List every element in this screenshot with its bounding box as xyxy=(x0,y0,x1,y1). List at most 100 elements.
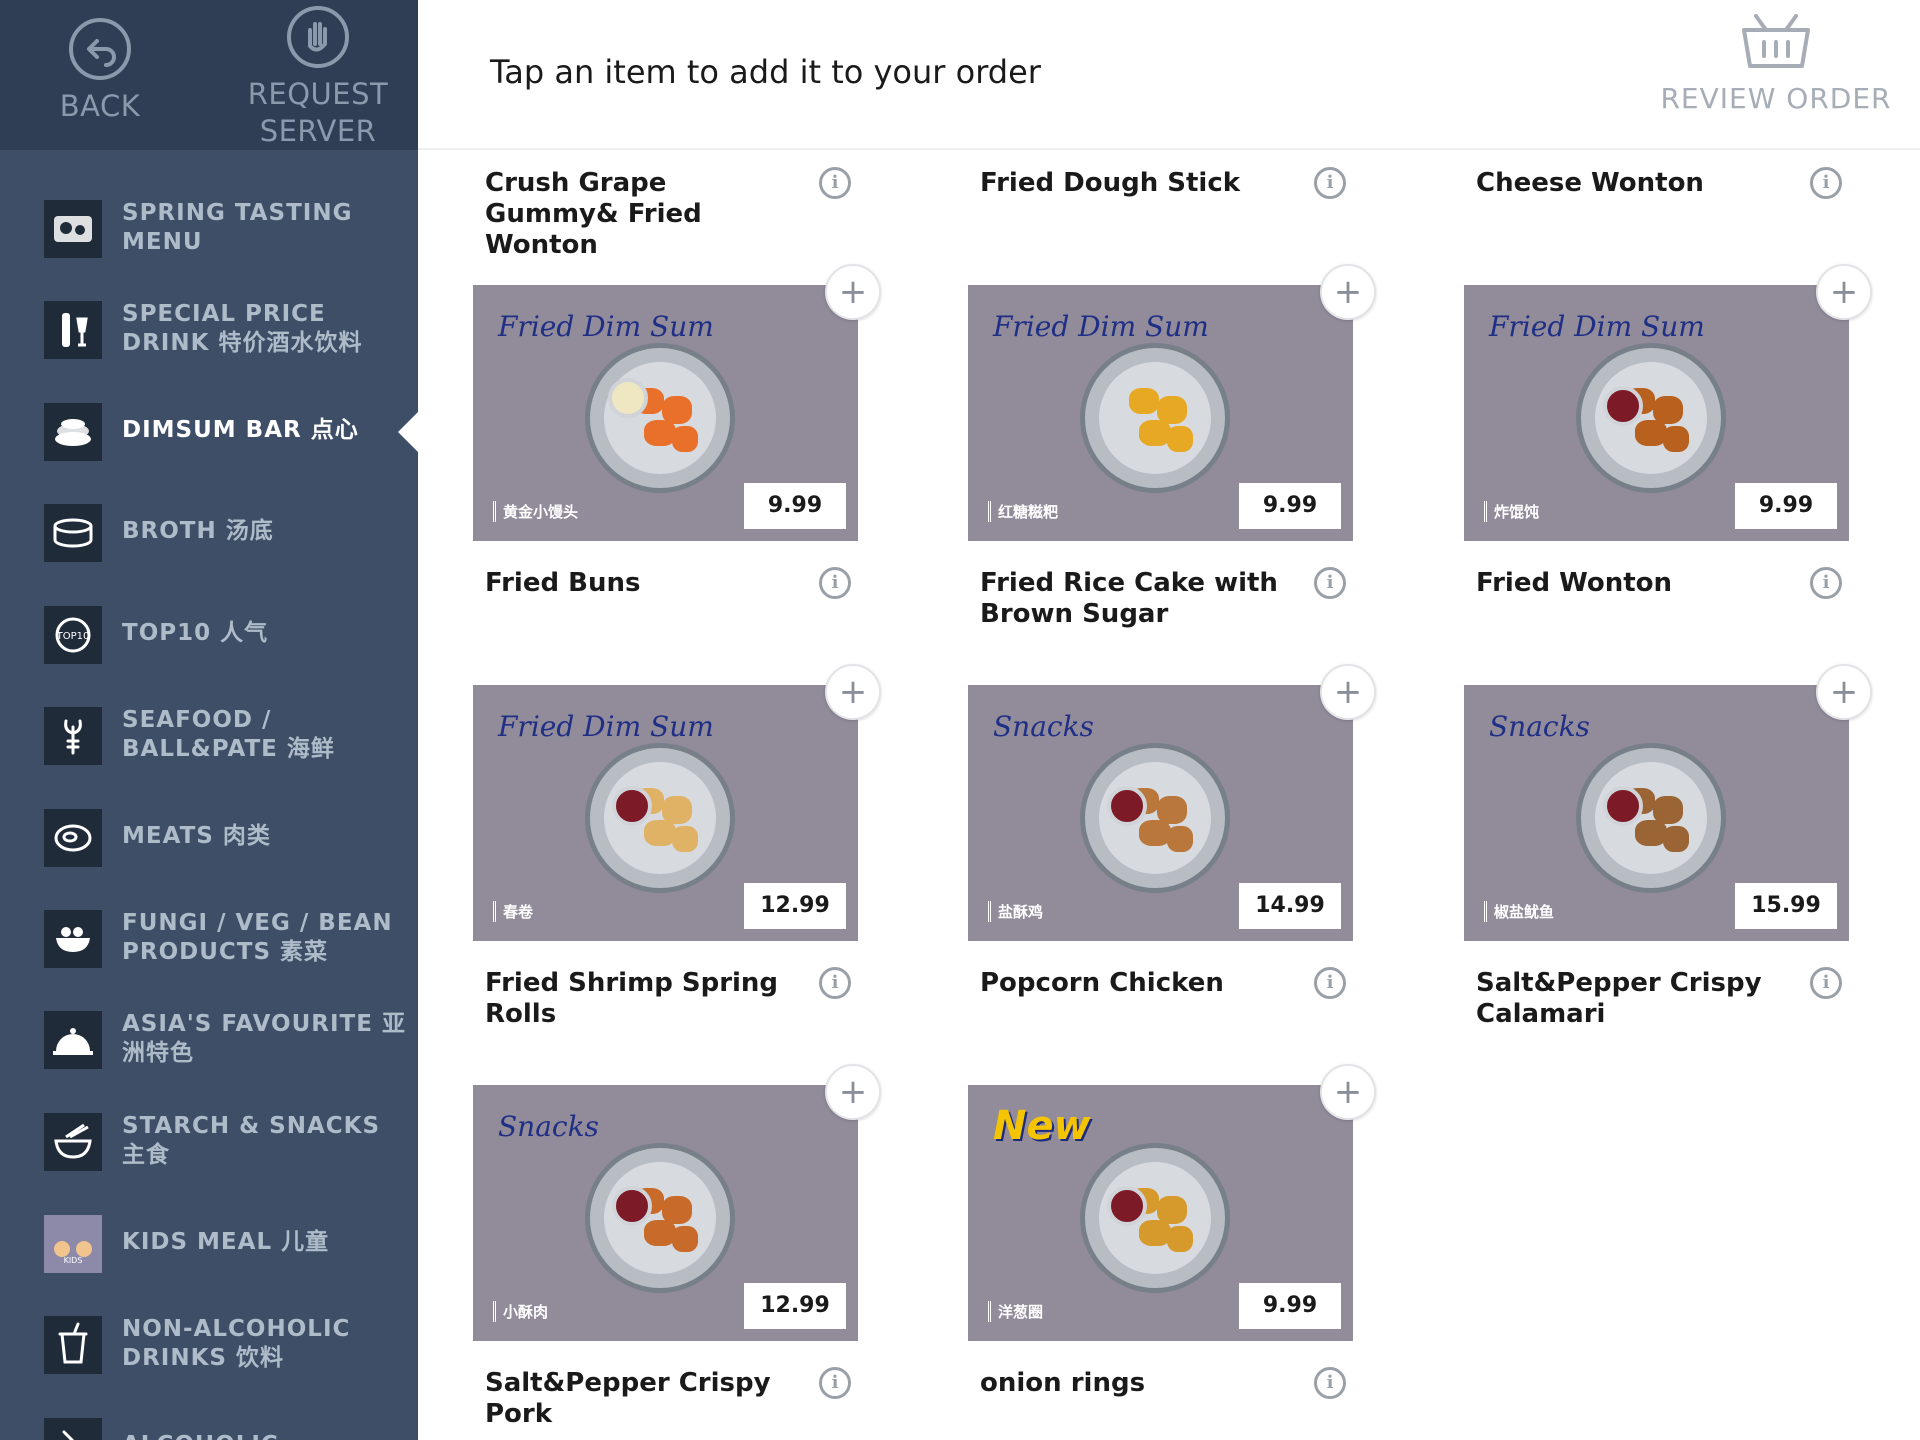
food-piece xyxy=(1167,1226,1193,1252)
svg-text:KIDS: KIDS xyxy=(64,1256,83,1265)
kids-meal-icon: KIDS xyxy=(44,1215,102,1273)
sauce-dish xyxy=(1603,786,1643,826)
top10-icon: TOP10 xyxy=(44,606,102,664)
category-item[interactable]: SPRING TASTING MENU xyxy=(0,177,418,278)
category-item[interactable]: ALCOHOLIC xyxy=(0,1395,418,1440)
food-plate-image xyxy=(585,743,735,893)
info-icon[interactable]: i xyxy=(1314,1367,1346,1399)
add-item-button[interactable]: + xyxy=(825,664,881,720)
card-tag: Fried Dim Sum xyxy=(498,310,714,343)
category-label: KIDS MEAL 儿童 xyxy=(122,1229,330,1255)
category-item[interactable]: STARCH & SNACKS 主食 xyxy=(0,1090,418,1191)
price-tag: 9.99 xyxy=(744,483,846,529)
food-piece xyxy=(1129,388,1159,414)
card-tag: New xyxy=(993,1103,1091,1149)
food-plate-image xyxy=(1080,1143,1230,1293)
category-item[interactable]: TOP10 TOP10 人气 xyxy=(0,583,418,684)
tasting-menu-icon xyxy=(44,200,102,258)
add-item-button[interactable]: + xyxy=(1816,264,1872,320)
category-label: ALCOHOLIC xyxy=(122,1395,412,1440)
info-icon[interactable]: i xyxy=(819,1367,851,1399)
chinese-name: 红糖糍粑 xyxy=(988,501,1058,522)
add-item-button[interactable]: + xyxy=(825,1064,881,1120)
price-tag: 9.99 xyxy=(1735,483,1837,529)
item-image-card[interactable]: New 洋葱圈 9.99 xyxy=(968,1085,1353,1341)
category-item[interactable]: MEATS 肉类 xyxy=(0,786,418,887)
review-order-label: REVIEW ORDER xyxy=(1660,82,1892,115)
add-item-button[interactable]: + xyxy=(1320,264,1376,320)
plate-inner xyxy=(1099,362,1211,474)
chinese-name: 椒盐鱿鱼 xyxy=(1484,901,1554,922)
add-item-button[interactable]: + xyxy=(1816,664,1872,720)
add-item-button[interactable]: + xyxy=(1320,1064,1376,1120)
price-tag: 12.99 xyxy=(744,1283,846,1329)
wine-bottle-icon xyxy=(44,301,102,359)
vegetable-icon xyxy=(44,910,102,968)
category-label: TOP10 人气 xyxy=(122,620,269,646)
price-tag: 14.99 xyxy=(1239,883,1341,929)
category-sidebar: BACK REQUEST SERVER SPRING TASTING MENU S… xyxy=(0,0,418,1440)
request-server-label: REQUEST SERVER xyxy=(247,77,389,148)
card-tag: Snacks xyxy=(993,710,1094,743)
back-button[interactable]: BACK xyxy=(50,18,150,125)
page-header: Tap an item to add it to your order REVI… xyxy=(418,0,1920,150)
meat-icon xyxy=(44,809,102,867)
item-image-card[interactable]: Fried Dim Sum 春卷 12.99 xyxy=(473,685,858,941)
category-label: NON-ALCOHOLIC DRINKS 饮料 xyxy=(122,1315,351,1371)
item-image-card[interactable]: Snacks 椒盐鱿鱼 15.99 xyxy=(1464,685,1849,941)
card-tag: Snacks xyxy=(498,1110,599,1143)
item-image-card[interactable]: Fried Dim Sum 黄金小馒头 9.99 xyxy=(473,285,858,541)
back-label: BACK xyxy=(59,89,141,123)
item-image-card[interactable]: Fried Dim Sum 红糖糍粑 9.99 xyxy=(968,285,1353,541)
cup-icon xyxy=(44,1316,102,1374)
menu-item[interactable]: Snacks 椒盐鱿鱼 15.99 + Salt&Pepper Crispy Calam… xyxy=(1464,550,1884,1030)
category-label: FUNGI / VEG / BEAN PRODUCTS 素菜 xyxy=(122,909,393,965)
food-piece xyxy=(1167,426,1193,452)
category-item[interactable]: SEAFOOD / BALL&PATE 海鲜 xyxy=(0,684,418,785)
sauce-dish xyxy=(1107,1186,1147,1226)
item-image-card[interactable]: Snacks 盐酥鸡 14.99 xyxy=(968,685,1353,941)
category-label: ASIA'S FAVOURITE 亚洲特色 xyxy=(122,1010,406,1066)
glass-icon xyxy=(44,1418,102,1440)
category-label: SPRING TASTING MENU xyxy=(122,199,353,255)
item-name: onion rings xyxy=(980,1368,1146,1398)
category-item[interactable]: SPECIAL PRICE DRINK 特价酒水饮料 xyxy=(0,278,418,379)
category-item[interactable]: KIDS KIDS MEAL 儿童 xyxy=(0,1192,418,1293)
category-item[interactable]: NON-ALCOHOLIC DRINKS 饮料 xyxy=(0,1293,418,1394)
sauce-dish xyxy=(612,1186,652,1226)
food-plate-image xyxy=(585,1143,735,1293)
hand-icon xyxy=(287,6,349,68)
category-item[interactable]: DIMSUM BAR 点心 xyxy=(0,380,418,481)
sauce-dish xyxy=(612,786,652,826)
menu-item[interactable]: New 洋葱圈 9.99 + onion rings i xyxy=(968,950,1388,1430)
food-plate-image xyxy=(1080,743,1230,893)
broth-pot-icon xyxy=(44,504,102,562)
category-item[interactable]: FUNGI / VEG / BEAN PRODUCTS 素菜 xyxy=(0,887,418,988)
category-label: SPECIAL PRICE DRINK 特价酒水饮料 xyxy=(122,300,363,356)
chinese-name: 盐酥鸡 xyxy=(988,901,1043,922)
category-item[interactable]: BROTH 汤底 xyxy=(0,481,418,582)
request-server-button[interactable]: REQUEST SERVER xyxy=(236,6,400,150)
sidebar-top-bar: BACK REQUEST SERVER xyxy=(0,0,418,150)
item-image-card[interactable]: Fried Dim Sum 炸馄饨 9.99 xyxy=(1464,285,1849,541)
add-item-button[interactable]: + xyxy=(1320,664,1376,720)
review-order-button[interactable]: REVIEW ORDER xyxy=(1656,12,1896,132)
chinese-name: 炸馄饨 xyxy=(1484,501,1539,522)
dimsum-icon xyxy=(44,403,102,461)
info-icon[interactable]: i xyxy=(1810,967,1842,999)
menu-item[interactable]: Snacks 小酥肉 12.99 + Salt&Pepper Crispy Pork i xyxy=(473,950,893,1430)
price-tag: 12.99 xyxy=(744,883,846,929)
card-tag: Fried Dim Sum xyxy=(498,710,714,743)
category-label: SEAFOOD / BALL&PATE 海鲜 xyxy=(122,706,335,762)
chinese-name: 洋葱圈 xyxy=(988,1301,1043,1322)
item-image-card[interactable]: Snacks 小酥肉 12.99 xyxy=(473,1085,858,1341)
category-label: MEATS 肉类 xyxy=(122,823,271,849)
food-plate-image xyxy=(1576,343,1726,493)
item-name: Salt&Pepper Crispy Pork xyxy=(485,1368,771,1429)
category-label: DIMSUM BAR 点心 xyxy=(122,417,359,443)
sauce-dish xyxy=(1107,786,1147,826)
noodle-bowl-icon xyxy=(44,1113,102,1171)
category-item[interactable]: ASIA'S FAVOURITE 亚洲特色 xyxy=(0,988,418,1089)
add-item-button[interactable]: + xyxy=(825,264,881,320)
active-category-pointer xyxy=(398,412,418,452)
